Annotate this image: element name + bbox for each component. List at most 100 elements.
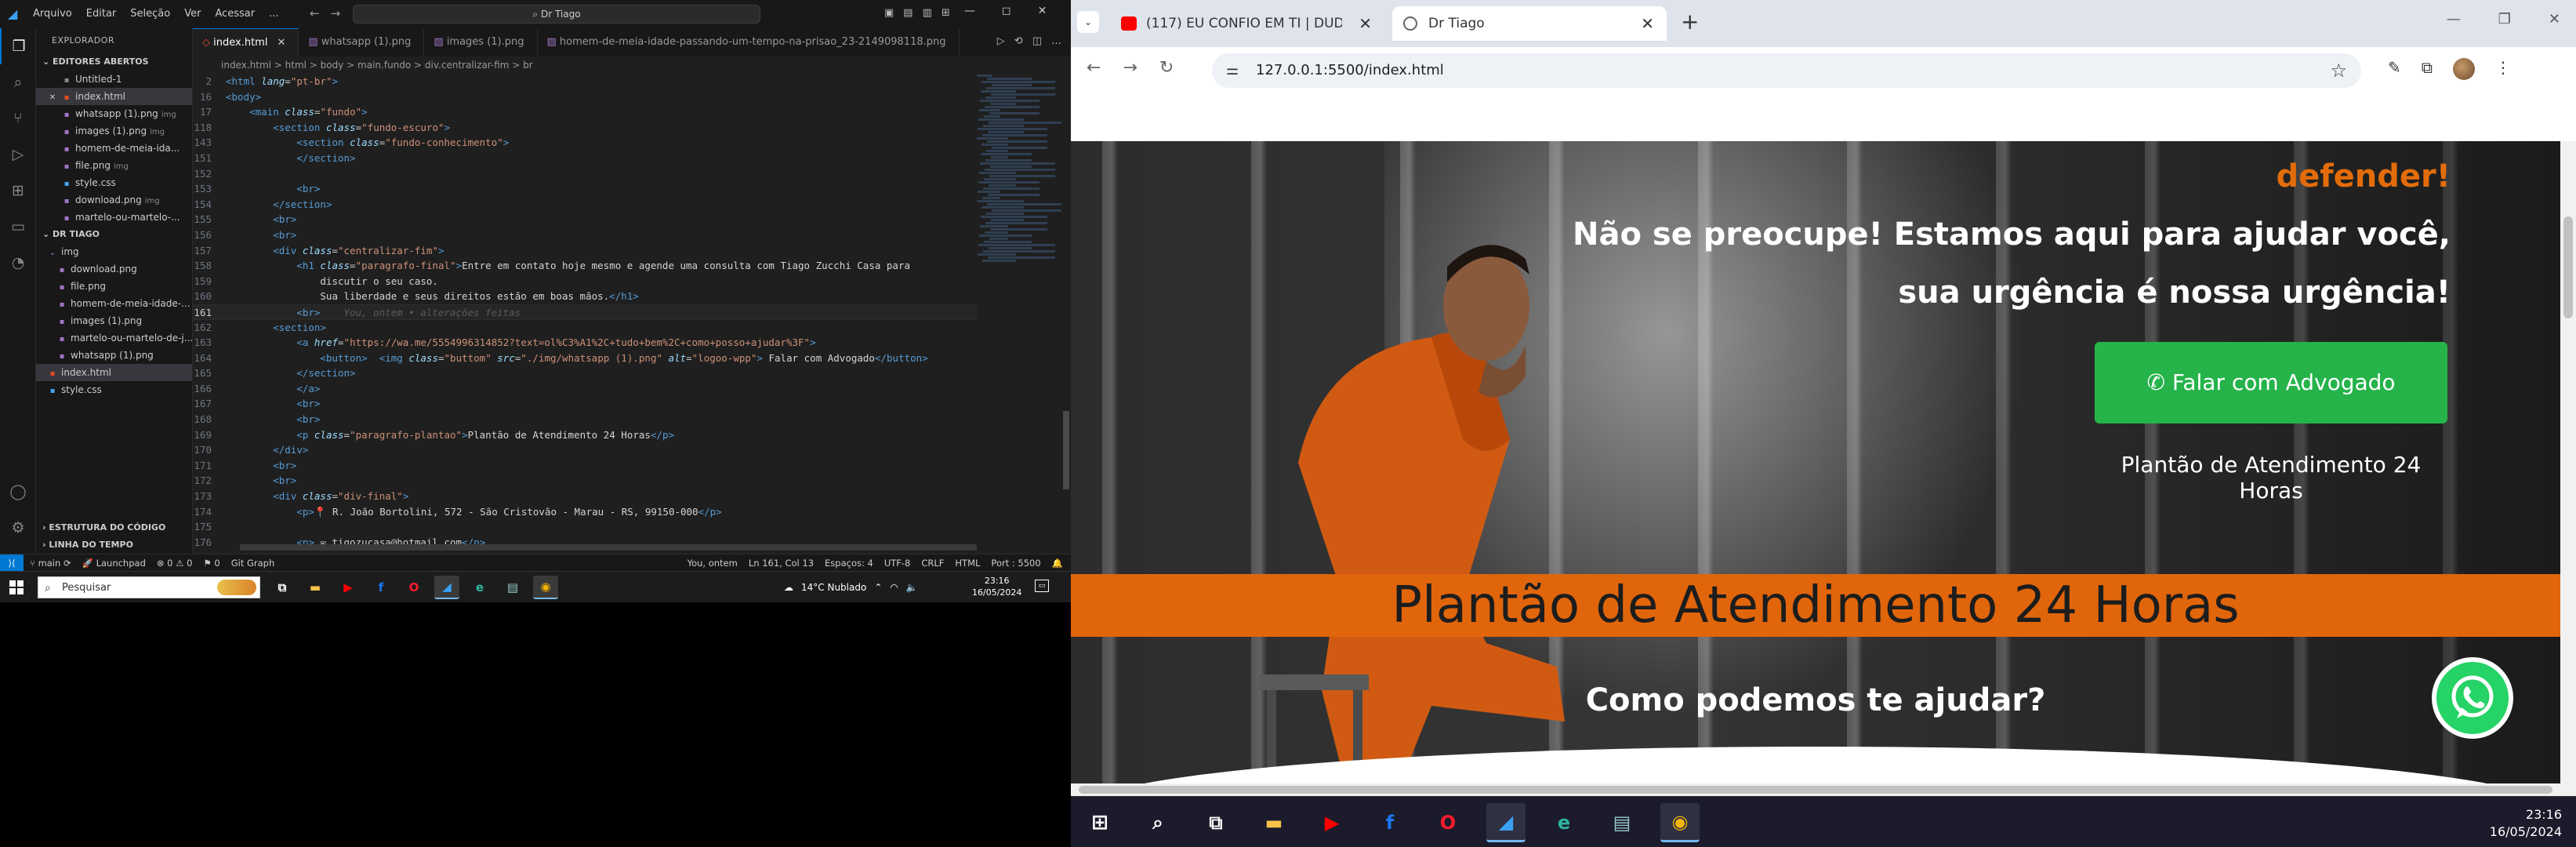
source-control-icon[interactable]: ⑂ (0, 100, 36, 136)
code-editor[interactable]: 2 <html lang="pt-br"> 16 <body> 17 <main cla… (193, 74, 977, 554)
maximize-icon[interactable]: ◻ (1002, 5, 1011, 17)
blame-status[interactable]: You, ontem (688, 554, 738, 572)
code-line[interactable]: 166 </a> (193, 381, 977, 397)
folder-tree-item[interactable]: ▪ martelo-ou-martelo-de-j... (36, 329, 192, 347)
explorer-icon[interactable]: ❐ (0, 28, 36, 64)
open-editor-item[interactable]: ▪ file.png img (36, 157, 192, 174)
facebook-icon[interactable]: f (368, 576, 394, 599)
open-editor-item[interactable]: ▪ whatsapp (1).png img (36, 105, 192, 122)
close-icon[interactable]: ✕ (1038, 5, 1047, 17)
more-actions-icon[interactable]: … (1051, 35, 1061, 47)
new-tab-button[interactable]: + (1681, 8, 1699, 36)
code-line[interactable]: 174 <p>📍 R. João Bortolini, 572 - São Cr… (193, 504, 977, 520)
code-line[interactable]: 17 <main class="fundo"> (193, 104, 977, 120)
layout-secondary-icon[interactable]: ▥ (923, 7, 932, 19)
code-line[interactable]: 164 <button> <img class="buttom" src="./… (193, 351, 977, 366)
vscode-taskbar-icon[interactable]: ◢ (1486, 803, 1526, 842)
menu-acessar[interactable]: Acessar (215, 8, 255, 20)
folder-tree-item[interactable]: ⌄ img (36, 243, 192, 260)
launchpad-status[interactable]: 🚀 Launchpad (82, 554, 146, 572)
reload-icon[interactable]: ↻ (1159, 58, 1174, 78)
code-line[interactable]: 151 </section> (193, 151, 977, 166)
encoding-status[interactable]: UTF-8 (884, 554, 911, 572)
remote-indicator-icon[interactable]: ⟩⟨ (0, 554, 24, 572)
code-line[interactable]: 157 <div class="centralizar-fim"> (193, 243, 977, 259)
edge-icon[interactable]: e (1544, 803, 1584, 842)
cursor-position[interactable]: Ln 161, Col 13 (749, 554, 814, 572)
code-line[interactable]: 2 <html lang="pt-br"> (193, 74, 977, 89)
notepad-icon[interactable]: ▤ (1602, 803, 1642, 842)
run-debug-icon[interactable]: ▷ (0, 136, 36, 173)
code-line[interactable]: 168 <br> (193, 412, 977, 427)
code-line[interactable]: 156 <br> (193, 227, 977, 243)
scrollbar-thumb[interactable] (2563, 216, 2573, 318)
page-horizontal-scrollbar[interactable] (1071, 783, 2576, 796)
extensions-icon[interactable]: ⊞ (0, 173, 36, 209)
file-explorer-icon[interactable]: ▬ (303, 576, 328, 599)
code-line[interactable]: 154 </section> (193, 197, 977, 213)
scrollbar-thumb[interactable] (1063, 411, 1069, 489)
menu-more[interactable]: ... (269, 8, 278, 20)
open-editor-item[interactable]: ✕ ▪ index.html (36, 88, 192, 105)
folder-tree-item[interactable]: ▪ download.png (36, 260, 192, 278)
falar-com-advogado-button[interactable]: ✆ Falar com Advogado (2095, 342, 2447, 424)
code-line[interactable]: 175 (193, 519, 977, 535)
tab-close-icon[interactable]: ✕ (1641, 6, 1654, 41)
git-graph-status[interactable]: Git Graph (231, 554, 275, 572)
code-line[interactable]: 172 <br> (193, 473, 977, 489)
site-info-icon[interactable]: ⚌ (1226, 53, 1239, 88)
taskbar-search-box[interactable]: ⌕ Pesquisar (38, 576, 260, 598)
extensions-puzzle-icon[interactable]: ⧉ (2422, 58, 2433, 80)
code-line[interactable]: 171 <br> (193, 458, 977, 474)
folder-tree-item[interactable]: ▪ images (1).png (36, 312, 192, 329)
code-line[interactable]: 161 <br> You, ontem • alterações feitas (193, 304, 977, 320)
account-icon[interactable]: ◯ (0, 474, 36, 510)
menu-selecao[interactable]: Seleção (130, 8, 170, 20)
windows-start-icon[interactable] (9, 580, 24, 594)
git-compare-icon[interactable]: ⟲ (1014, 35, 1023, 47)
open-editor-item[interactable]: ▪ homem-de-meia-ida... (36, 140, 192, 157)
branch-status[interactable]: ⑂ main ⟳ (30, 554, 71, 572)
language-mode[interactable]: HTML (955, 554, 980, 572)
split-editor-icon[interactable]: ◫ (1032, 35, 1042, 47)
code-line[interactable]: 169 <p class="paragrafo-plantao">Plantão… (193, 427, 977, 443)
tab-close-icon[interactable]: ✕ (277, 37, 285, 49)
profile-avatar[interactable] (2453, 58, 2476, 80)
notification-icon[interactable]: ▭ (1035, 580, 1049, 592)
menu-arquivo[interactable]: Arquivo (33, 8, 72, 20)
chrome-menu-icon[interactable]: ⋮ (2495, 58, 2511, 80)
settings-gear-icon[interactable]: ⚙ (0, 510, 36, 546)
layout-sidebar-icon[interactable]: ▣ (884, 7, 894, 19)
code-line[interactable]: 162 <section> (193, 320, 977, 336)
address-bar[interactable]: ⚌ 127.0.0.1:5500/index.html ☆ (1212, 53, 2361, 88)
ports-status[interactable]: ⚑ 0 (203, 554, 220, 572)
wifi-icon[interactable]: ◠ (890, 582, 898, 593)
notepad-icon[interactable]: ▤ (500, 576, 525, 599)
vscode-taskbar-icon[interactable]: ◢ (434, 576, 459, 599)
code-line[interactable]: 158 <h1 class="paragrafo-final">Entre em… (193, 258, 977, 274)
back-arrow-icon[interactable]: ← (1087, 58, 1101, 78)
problems-status[interactable]: ⊗ 0 ⚠ 0 (157, 554, 193, 572)
windows-start-icon[interactable]: ⊞ (1080, 803, 1119, 842)
eol-status[interactable]: CRLF (921, 554, 944, 572)
youtube-icon[interactable]: ▶ (1312, 803, 1351, 842)
floating-whatsapp-button[interactable] (2432, 657, 2513, 739)
remote-explorer-icon[interactable]: ▭ (0, 209, 36, 245)
outline-section[interactable]: › ESTRUTURA DO CÓDIGO (36, 519, 193, 536)
close-icon[interactable]: ✕ (2549, 11, 2560, 27)
folder-tree-item[interactable]: ▪ whatsapp (1).png (36, 347, 192, 364)
code-line[interactable]: 159 discutir o seu caso. (193, 274, 977, 289)
search-icon[interactable]: ⌕ (1138, 803, 1177, 842)
open-editor-item[interactable]: ▪ Untitled-1 (36, 71, 192, 88)
code-line[interactable]: 160 Sua liberdade e seus direitos estão … (193, 289, 977, 304)
code-line[interactable]: 163 <a href="https://wa.me/5554996314852… (193, 335, 977, 351)
task-view-icon[interactable]: ⧉ (270, 576, 295, 599)
live-server-port[interactable]: Port : 5500 (991, 554, 1040, 572)
folder-tree-item[interactable]: ▪ homem-de-meia-idade-... (36, 295, 192, 312)
open-editors-section[interactable]: ⌄ EDITORES ABERTOS (36, 53, 192, 71)
youtube-icon[interactable]: ▶ (336, 576, 361, 599)
breadcrumb[interactable]: index.html > html > body > main.fundo > … (193, 56, 1071, 74)
facebook-icon[interactable]: f (1370, 803, 1410, 842)
opera-icon[interactable]: O (401, 576, 426, 599)
menu-ver[interactable]: Ver (184, 8, 201, 20)
